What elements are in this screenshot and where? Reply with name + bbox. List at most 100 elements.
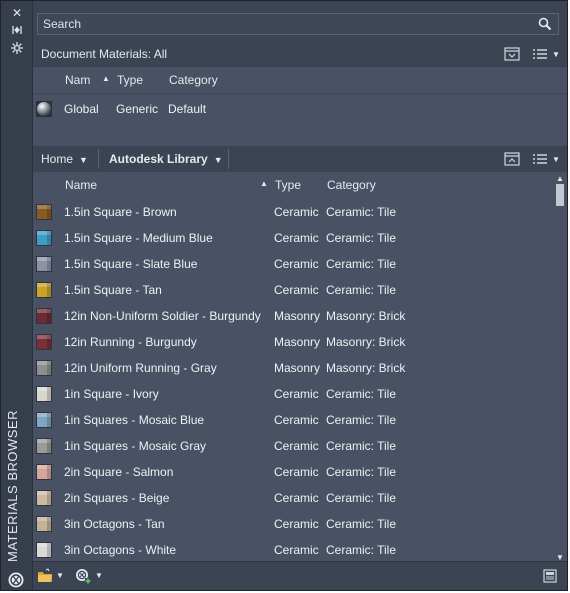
browser-footer: ▼ ▼ [33,561,567,590]
lib-cell-name: 1.5in Square - Brown [64,205,177,219]
open-library-icon[interactable] [37,568,53,584]
lib-cell-type: Masonry [274,309,321,323]
library-nav-bar: Home ▼ Autodesk Library ▼ ▼ [33,146,567,172]
search-icon[interactable] [538,17,552,31]
material-swatch-icon [36,334,52,350]
lib-cell-type: Ceramic [274,413,319,427]
lib-cell-type: Ceramic [274,439,319,453]
lib-cell-type: Ceramic [274,543,319,557]
lib-cell-category: Ceramic: Tile [326,491,397,505]
library-material-row[interactable]: 1in Squares - Mosaic Gray Ceramic Ceramic:… [33,433,549,459]
library-material-row[interactable]: 1in Squares - Mosaic Blue Ceramic Ceramic:… [33,407,549,433]
lib-cell-type: Ceramic [274,517,319,531]
lib-cell-type: Ceramic [274,387,319,401]
lib-cell-name: 1.5in Square - Tan [64,283,162,297]
library-material-row[interactable]: 12in Non-Uniform Soldier - Burgundy Mason… [33,303,549,329]
library-material-row[interactable]: 3in Octagons - Tan Ceramic Ceramic: Tile [33,511,549,537]
material-swatch-icon [36,438,52,454]
library-column-header: Name ▲ Type Category [33,172,553,198]
library-material-row[interactable]: 1.5in Square - Medium Blue Ceramic Ceramic… [33,225,549,251]
library-dropdown[interactable]: Autodesk Library ▼ [109,152,223,166]
nav-separator [98,149,99,169]
lib-cell-name: 1.5in Square - Medium Blue [64,231,213,245]
autodesk-logo-icon [8,572,24,588]
lib-cell-category: Ceramic: Tile [326,387,397,401]
show-hide-library-tree-icon[interactable] [503,46,521,62]
lib-col-category[interactable]: Category [327,178,376,192]
document-materials-title[interactable]: Document Materials: All [41,47,167,61]
home-dropdown[interactable]: Home ▼ [41,152,88,166]
doc-cell-type: Generic [116,102,159,116]
library-material-row[interactable]: 2in Square - Salmon Ceramic Ceramic: Tile [33,459,549,485]
library-caret-icon: ▼ [213,155,223,165]
lib-cell-name: 1in Squares - Mosaic Gray [64,439,207,453]
material-editor-icon[interactable] [542,568,558,584]
library-material-row[interactable]: 1.5in Square - Slate Blue Ceramic Ceramic:… [33,251,549,277]
panel-title: MATERIALS BROWSER [5,409,20,562]
doc-col-type[interactable]: Type [117,73,143,87]
library-materials-list: 1.5in Square - Brown Ceramic Ceramic: Tile… [33,198,567,564]
lib-cell-type: Ceramic [274,205,319,219]
sort-ascending-icon: ▲ [102,74,110,83]
lib-cell-name: 3in Octagons - Tan [64,517,165,531]
nav-separator [228,149,229,169]
autohide-icon[interactable] [9,24,25,38]
library-view-options-icon[interactable] [531,151,549,167]
lib-cell-category: Ceramic: Tile [326,205,397,219]
lib-cell-type: Ceramic [274,465,319,479]
lib-cell-name: 1in Squares - Mosaic Blue [64,413,205,427]
library-material-row[interactable]: 1.5in Square - Tan Ceramic Ceramic: Tile [33,277,549,303]
material-swatch-icon [36,490,52,506]
close-icon[interactable]: ✕ [9,6,25,20]
scrollbar-thumb[interactable] [556,184,564,206]
lib-cell-name: 1in Square - Ivory [64,387,159,401]
library-tree-toggle-icon[interactable] [503,151,521,167]
library-material-row[interactable]: 2in Squares - Beige Ceramic Ceramic: Tile [33,485,549,511]
lib-cell-category: Ceramic: Tile [326,543,397,557]
library-view-caret-icon[interactable]: ▼ [552,155,560,164]
lib-cell-category: Ceramic: Tile [326,231,397,245]
scroll-up-icon[interactable]: ▲ [556,174,564,183]
lib-cell-category: Masonry: Brick [326,309,406,323]
doc-cell-category: Default [168,102,207,116]
lib-cell-category: Masonry: Brick [326,361,406,375]
library-material-row[interactable]: 1in Square - Ivory Ceramic Ceramic: Tile [33,381,549,407]
view-options-caret-icon[interactable]: ▼ [552,50,560,59]
lib-cell-category: Ceramic: Tile [326,257,397,271]
library-material-row[interactable]: 3in Octagons - White Ceramic Ceramic: Tile [33,537,549,563]
material-swatch-icon [36,464,52,480]
lib-cell-category: Ceramic: Tile [326,413,397,427]
lib-cell-name: 12in Non-Uniform Soldier - Burgundy [64,309,261,323]
lib-cell-name: 12in Running - Burgundy [64,335,197,349]
open-library-caret-icon[interactable]: ▼ [56,571,64,580]
material-swatch-icon [36,542,52,558]
create-material-icon[interactable] [75,568,91,584]
lib-col-name[interactable]: Name [65,178,97,192]
view-options-icon[interactable] [531,46,549,62]
lib-cell-type: Masonry [274,361,321,375]
document-materials-list: Global Generic Default [33,93,567,146]
lib-cell-name: 2in Square - Salmon [64,465,174,479]
properties-icon[interactable] [9,42,25,56]
lib-cell-category: Ceramic: Tile [326,283,397,297]
search-box [37,13,559,35]
create-material-caret-icon[interactable]: ▼ [95,571,103,580]
title-strip: ✕ MATERIALS BROWSER [1,1,33,590]
material-swatch-icon [36,230,52,246]
lib-cell-type: Masonry [274,335,321,349]
library-scrollbar[interactable]: ▲ ▼ [553,172,567,564]
library-material-row[interactable]: 12in Uniform Running - Gray Masonry Masonr… [33,355,549,381]
library-material-row[interactable]: 12in Running - Burgundy Masonry Masonry: B… [33,329,549,355]
doc-cell-name: Global [64,102,99,116]
lib-cell-type: Ceramic [274,257,319,271]
document-materials-header: Document Materials: All ▼ [33,41,567,67]
home-caret-icon: ▼ [79,155,88,165]
doc-col-name[interactable]: Nam [65,73,90,87]
lib-cell-category: Masonry: Brick [326,335,406,349]
lib-col-type[interactable]: Type [275,178,301,192]
doc-col-category[interactable]: Category [169,73,218,87]
document-material-row[interactable]: Global Generic Default [33,96,567,122]
library-material-row[interactable]: 1.5in Square - Brown Ceramic Ceramic: Tile [33,199,549,225]
search-input[interactable] [38,14,528,34]
lib-cell-type: Ceramic [274,283,319,297]
